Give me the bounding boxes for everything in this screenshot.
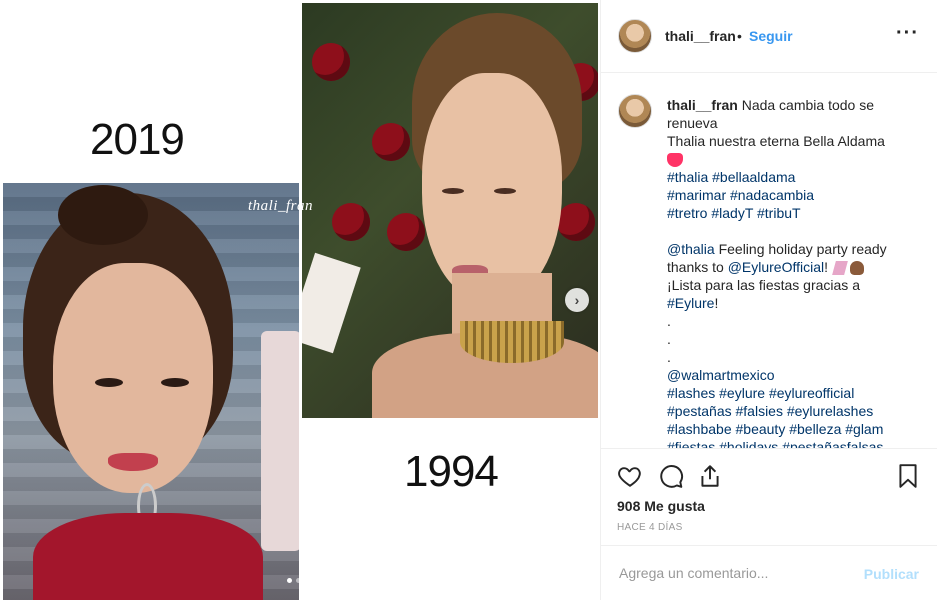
caption-dot: .: [667, 349, 671, 365]
comment-input[interactable]: [617, 564, 851, 582]
likes-count[interactable]: 908 Me gusta: [617, 498, 705, 514]
mention-walmartmexico[interactable]: @walmartmexico: [667, 367, 775, 383]
hashtag-eylure[interactable]: #Eylure: [667, 295, 714, 311]
bookmark-icon[interactable]: [895, 463, 921, 489]
caption-scroll-area[interactable]: thali__fran Nada cambia todo se renueva …: [601, 72, 937, 448]
comment-bubble-icon[interactable]: [658, 463, 684, 489]
caption-text3: ¡Lista para las fiestas gracias a: [667, 277, 860, 293]
hashtags-line5[interactable]: #pestañas #falsies #eylurelashes: [667, 403, 873, 419]
post-actions: 908 Me gusta HACE 4 DÍAS Publicar: [601, 448, 937, 601]
woman-tipping-hand-emoji-icon: [849, 261, 864, 276]
avatar[interactable]: [618, 19, 652, 53]
caption-avatar[interactable]: [618, 94, 652, 128]
post-sidebar: thali__fran • Seguir ··· thali__fran Nad…: [600, 0, 937, 600]
post-media[interactable]: 2019 thali_fran 1994 ›: [0, 0, 600, 600]
heart-with-ribbon-emoji-icon: [667, 153, 683, 168]
header-username[interactable]: thali__fran: [665, 28, 736, 44]
post-timestamp[interactable]: HACE 4 DÍAS: [617, 522, 683, 533]
header-separator: •: [737, 28, 742, 44]
hashtags-line2[interactable]: #marimar #nadacambia: [667, 187, 814, 203]
caption-username[interactable]: thali__fran: [667, 97, 738, 113]
caption-text4: !: [714, 295, 719, 311]
hashtags-line6[interactable]: #lashbabe #beauty #belleza #glam: [667, 421, 883, 437]
share-upload-icon[interactable]: [697, 463, 723, 489]
hashtags-line7[interactable]: #fiestas #holidays #pestañasfalsas: [667, 439, 883, 448]
year-label-left: 2019: [90, 115, 185, 164]
carousel-dot: [296, 578, 301, 583]
watermark-text: thali_fran: [248, 198, 314, 214]
post-header: thali__fran • Seguir ···: [601, 0, 937, 73]
caption-dot: .: [667, 313, 671, 329]
sparkles-emoji-icon: [832, 261, 848, 276]
carousel-indicator: [287, 578, 301, 583]
photo-2019: [3, 183, 299, 600]
caption-line2: Thalia nuestra eterna Bella Aldama: [667, 133, 885, 149]
more-options-icon[interactable]: ···: [896, 22, 919, 45]
year-label-right: 1994: [404, 447, 499, 496]
carousel-next-button[interactable]: ›: [565, 288, 589, 312]
caption-dot: .: [667, 331, 671, 347]
photo-1994: [302, 3, 598, 418]
heart-outline-icon[interactable]: [617, 463, 643, 489]
mention-eylureofficial[interactable]: @EylureOfficial: [728, 259, 824, 275]
mention-thalia[interactable]: @thalia: [667, 241, 715, 257]
publish-button[interactable]: Publicar: [864, 566, 919, 582]
hashtags-line1[interactable]: #thalia #bellaaldama: [667, 169, 795, 185]
hashtags-line4[interactable]: #lashes #eylure #eylureofficial: [667, 385, 854, 401]
comment-bar: Publicar: [601, 545, 937, 602]
caption-text: thali__fran Nada cambia todo se renueva …: [667, 96, 917, 448]
carousel-dot: [287, 578, 292, 583]
caption-text2: !: [824, 259, 829, 275]
follow-button[interactable]: Seguir: [749, 28, 793, 44]
hashtags-line3[interactable]: #tretro #ladyT #tribuT: [667, 205, 801, 221]
